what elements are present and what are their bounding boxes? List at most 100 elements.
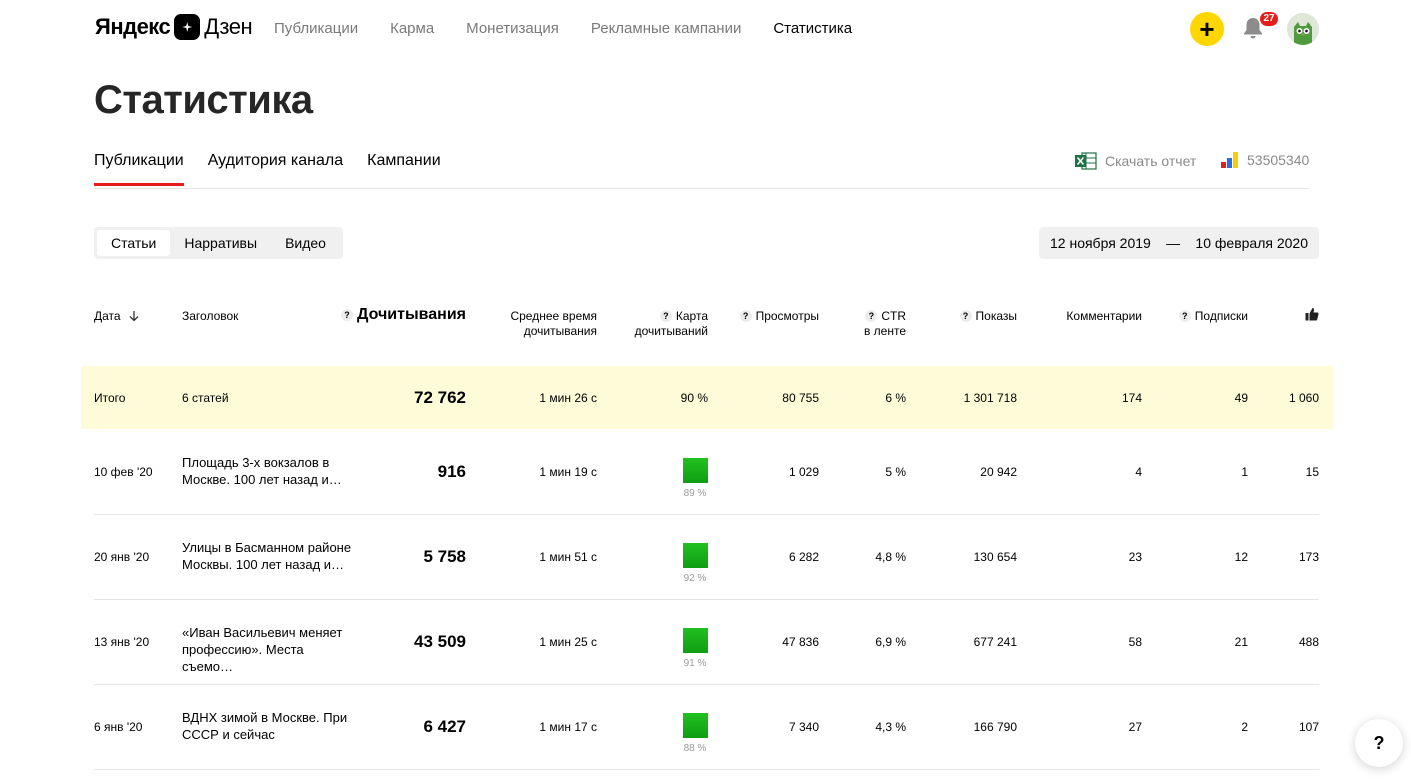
totals-label: Итого [94,391,126,405]
row-views: 47 836 [782,635,819,649]
col-header-read-map-line2: дочитываний [634,324,708,338]
col-header-ctr[interactable]: ? CTR в ленте [846,309,906,339]
totals-avg-time: 1 мин 26 с [539,391,597,405]
help-icon[interactable]: ? [959,310,972,322]
row-impressions: 20 942 [980,465,1017,479]
col-header-reads[interactable]: ? Дочитывания [340,306,466,323]
tab-publications[interactable]: Публикации [94,152,184,186]
row-reads: 43 509 [414,632,466,651]
row-title-link[interactable]: Улицы в Басманном районе Москвы. 100 лет… [182,539,357,573]
row-date: 6 янв '20 [94,720,143,734]
nav-ad-campaigns[interactable]: Рекламные кампании [591,20,741,37]
row-title-link[interactable]: Площадь 3-х вокзалов в Москве. 100 лет н… [182,454,357,488]
row-read-map-square[interactable] [683,543,708,568]
segment-articles[interactable]: Статьи [97,230,171,256]
row-avg-time: 1 мин 51 с [539,550,597,564]
col-header-subscriptions[interactable]: ? Подписки [1160,309,1248,324]
col-header-likes[interactable] [1305,307,1319,325]
col-header-date-label: Дата [94,309,121,323]
row-comments: 27 [1128,720,1142,734]
add-publication-button[interactable]: + [1190,12,1224,46]
col-header-views[interactable]: ? Просмотры [719,309,819,324]
notifications-badge: 27 [1260,12,1278,26]
segment-narratives[interactable]: Нарративы [170,230,271,256]
nav-statistics[interactable]: Статистика [773,20,852,37]
row-likes: 173 [1298,550,1319,564]
help-icon[interactable]: ? [739,310,752,322]
row-ctr: 5 % [885,465,906,479]
row-date: 13 янв '20 [94,635,150,649]
help-icon[interactable]: ? [1178,310,1191,322]
download-report-button[interactable]: Скачать отчет [1075,152,1196,170]
help-icon[interactable]: ? [865,310,878,322]
nav-monetization[interactable]: Монетизация [466,20,559,37]
help-icon[interactable]: ? [341,309,354,321]
avatar[interactable] [1287,13,1319,45]
col-header-avg-time-line2: дочитывания [523,324,597,338]
totals-read-map: 90 % [680,391,708,405]
col-header-impressions[interactable]: ? Показы [937,309,1017,324]
col-header-avg-time-line1: Среднее время [510,309,597,323]
row-read-map-square[interactable] [683,458,708,483]
row-impressions: 130 654 [973,550,1017,564]
header: Яндекс Дзен Публикации Карма Монетизация… [0,0,1411,58]
metrika-counter[interactable]: 53505340 [1221,152,1309,168]
col-header-title: Заголовок [182,309,239,323]
top-nav: Публикации Карма Монетизация Рекламные к… [274,20,852,37]
row-likes: 488 [1298,635,1319,649]
sort-arrow-down-icon [129,311,139,322]
row-reads: 6 427 [423,717,466,736]
col-header-views-label: Просмотры [755,309,819,323]
row-title-link[interactable]: «Иван Васильевич меняет профессию». Мест… [182,624,357,675]
col-header-read-map[interactable]: ? Карта дочитываний [620,309,708,339]
totals-ctr: 6 % [885,391,906,405]
tab-channel-audience[interactable]: Аудитория канала [208,152,343,186]
row-divider [94,599,1319,600]
tab-campaigns[interactable]: Кампании [367,152,441,186]
totals-views: 80 755 [782,391,819,405]
logo-text-zen: Дзен [204,14,253,39]
avatar-owl-icon [1287,13,1319,45]
col-header-impressions-label: Показы [975,309,1017,323]
row-avg-time: 1 мин 17 с [539,720,597,734]
col-header-ctr-line1: CTR [881,309,906,323]
row-views: 6 282 [788,550,819,564]
totals-likes: 1 060 [1288,391,1319,405]
zen-logo-icon [174,14,201,40]
row-read-map-percent: 88 % [683,743,707,754]
row-ctr: 4,8 % [875,550,906,564]
col-header-reads-label: Дочитывания [357,306,466,323]
row-divider [94,769,1319,770]
yandex-zen-logo[interactable]: Яндекс Дзен [95,14,253,40]
row-date: 20 янв '20 [94,550,150,564]
row-read-map-percent: 91 % [683,658,707,669]
totals-articles-count: 6 статей [182,391,229,405]
stats-tabs: Публикации Аудитория канала Кампании [94,152,441,186]
nav-karma[interactable]: Карма [390,20,434,37]
col-header-date[interactable]: Дата [94,309,140,324]
help-icon[interactable]: ? [659,310,672,322]
row-title-link[interactable]: ВДНХ зимой в Москве. При СССР и сейчас [182,709,357,743]
col-header-read-map-line1: Карта [675,309,708,323]
help-button[interactable]: ? [1355,719,1403,767]
date-from: 12 ноября 2019 [1050,235,1151,251]
row-read-map-square[interactable] [683,713,708,738]
date-range-picker[interactable]: 12 ноября 2019 — 10 февраля 2020 [1039,227,1319,259]
totals-reads: 72 762 [414,388,466,407]
row-read-map-square[interactable] [683,628,708,653]
col-header-avg-time[interactable]: Среднее время дочитывания [496,309,597,339]
row-divider [94,684,1319,685]
row-avg-time: 1 мин 19 с [539,465,597,479]
row-comments: 4 [1135,465,1142,479]
segment-video[interactable]: Видео [271,230,340,256]
row-comments: 58 [1128,635,1142,649]
nav-publications[interactable]: Публикации [274,20,358,37]
totals-impressions: 1 301 718 [963,391,1017,405]
row-ctr: 4,3 % [875,720,906,734]
row-date: 10 фев '20 [94,465,153,479]
col-header-comments[interactable]: Комментарии [1040,309,1142,324]
row-impressions: 166 790 [973,720,1017,734]
row-views: 7 340 [788,720,819,734]
counter-id: 53505340 [1247,152,1310,168]
row-avg-time: 1 мин 25 с [539,635,597,649]
